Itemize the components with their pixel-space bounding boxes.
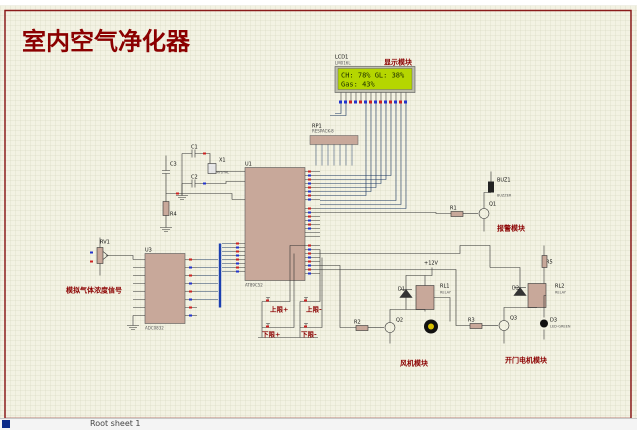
r1-ref: R1: [450, 206, 457, 212]
q1-ref: Q1: [489, 202, 496, 208]
rl2-ref: RL2: [555, 284, 564, 290]
r3-ref: R3: [468, 318, 475, 324]
door-motor-label: 开门电机模块: [505, 356, 548, 365]
lcd-line-1: CH: 78% GL: 38%: [341, 72, 405, 80]
lcd-module-label: 显示模块: [384, 58, 413, 67]
d3-ref: D3: [550, 318, 557, 324]
page-title: 室内空气净化器: [22, 28, 191, 56]
rp1-part: RESPACK-8: [312, 129, 334, 134]
q3-ref: Q3: [510, 316, 517, 322]
lcd-line-2: Gas: 43%: [341, 81, 376, 89]
rv1-ref: RV1: [100, 240, 110, 246]
lcd-part: LM016L: [335, 61, 351, 66]
down-limit-minus-label[interactable]: 下限-: [301, 330, 317, 339]
d3-part: LED-GREEN: [550, 325, 571, 329]
rp1-body: [309, 135, 359, 145]
u1-body: [244, 167, 306, 281]
led-green: [540, 319, 548, 328]
u1-ref: U1: [245, 162, 252, 168]
r4-ref: R4: [170, 212, 177, 218]
q2-ref: Q2: [396, 318, 403, 324]
c3-ref: C3: [170, 162, 177, 168]
rl1-ref: RL1: [440, 284, 449, 290]
u3-ref: U3: [145, 248, 152, 254]
status-text: Root sheet 1: [90, 419, 141, 428]
x1-ref: X1: [219, 158, 226, 164]
buz1-ref: BUZ1: [497, 178, 511, 184]
u1-part: AT89C52: [245, 283, 263, 288]
up-limit-minus-label[interactable]: 上限-: [306, 305, 322, 314]
buz1-part: BUZZER: [497, 194, 512, 198]
u3-body: [144, 253, 186, 324]
down-limit-plus-label[interactable]: 下限+: [262, 330, 280, 339]
vcc-label-1: +12V: [424, 261, 439, 267]
gas-signal-label: 模拟气体浓度信号: [66, 286, 122, 295]
fan-label: 风机模块: [400, 359, 429, 368]
r2-ref: R2: [354, 320, 361, 326]
schematic-sheet: 室内空气净化器 LCD1 LM016L 显示模块 CH: 78% GL: 38%…: [0, 5, 637, 424]
status-bar: Root sheet 1: [0, 418, 637, 430]
u3-part: ADC0832: [145, 326, 164, 331]
rl1-part: RELAY: [440, 291, 452, 295]
rl2-part: RELAY: [555, 291, 567, 295]
up-limit-plus-label[interactable]: 上限+: [270, 305, 288, 314]
status-icon: [2, 420, 10, 428]
buzzer-body: [488, 181, 494, 193]
alarm-label: 报警模块: [497, 224, 526, 233]
